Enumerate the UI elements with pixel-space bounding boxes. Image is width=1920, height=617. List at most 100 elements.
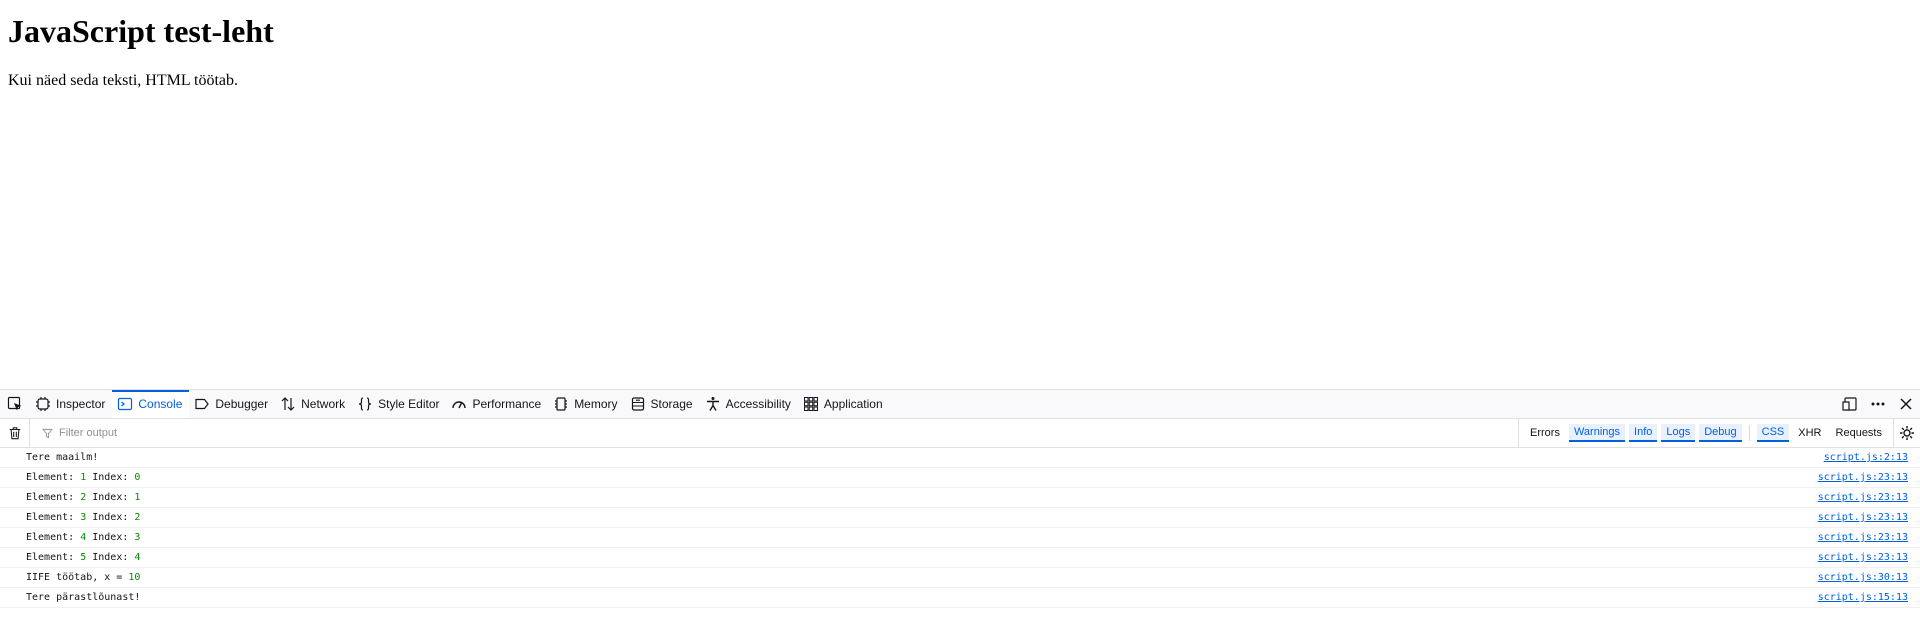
console-message: Element: 5 Index: 4 script.js:23:13 bbox=[0, 548, 1920, 568]
close-icon[interactable] bbox=[1898, 396, 1914, 412]
tab-label: Application bbox=[823, 397, 883, 411]
message-number: 1 bbox=[134, 492, 141, 503]
style-editor-icon bbox=[359, 397, 372, 411]
tab-accessibility[interactable]: Accessibility bbox=[700, 390, 798, 418]
more-options-icon[interactable] bbox=[1870, 396, 1886, 412]
application-icon bbox=[803, 397, 818, 411]
message-text: Element: 3 Index: 2 bbox=[26, 512, 140, 523]
filter-warnings-button[interactable]: Warnings bbox=[1568, 424, 1626, 442]
message-text: Element: 1 Index: 0 bbox=[26, 472, 140, 483]
message-string: Tere pärastlõunast! bbox=[26, 592, 141, 603]
message-string: Element: bbox=[26, 492, 81, 503]
filter-errors-button[interactable]: Errors bbox=[1525, 425, 1565, 441]
tab-storage[interactable]: Storage bbox=[625, 390, 700, 418]
network-icon bbox=[281, 397, 295, 411]
source-location-link[interactable]: script.js:23:13 bbox=[1818, 512, 1908, 523]
source-location-link[interactable]: script.js:23:13 bbox=[1818, 472, 1908, 483]
element-picker-button[interactable] bbox=[0, 390, 30, 418]
message-string: IIFE töötab, x = bbox=[26, 572, 129, 583]
filter-xhr-button[interactable]: XHR bbox=[1793, 425, 1826, 441]
filter-debug-button[interactable]: Debug bbox=[1699, 424, 1742, 442]
page-paragraph: Kui näed seda teksti, HTML töötab. bbox=[8, 72, 239, 89]
source-location-link[interactable]: script.js:23:13 bbox=[1818, 492, 1908, 503]
tab-inspector[interactable]: Inspector bbox=[30, 390, 112, 418]
log-level-filters: Errors Warnings Info Logs Debug CSS XHR … bbox=[1518, 419, 1887, 447]
source-location-link[interactable]: script.js:23:13 bbox=[1818, 532, 1908, 543]
storage-icon bbox=[631, 397, 644, 411]
gear-icon bbox=[1900, 426, 1914, 440]
console-messages: Tere maailm! script.js:2:13 Element: 1 Ind… bbox=[0, 448, 1920, 608]
tab-label: Memory bbox=[574, 397, 618, 411]
console-message: Element: 4 Index: 3 script.js:23:13 bbox=[0, 528, 1920, 548]
console-message: IIFE töötab, x = 10 script.js:30:13 bbox=[0, 568, 1920, 588]
page-viewport: JavaScript test-leht Kui näed seda tekst… bbox=[0, 0, 1920, 389]
tab-label: Style Editor bbox=[378, 397, 440, 411]
devtools-panel: Inspector Console Debugger Network Style… bbox=[0, 389, 1920, 617]
message-number: 10 bbox=[128, 572, 141, 583]
message-number: 3 bbox=[134, 532, 141, 543]
source-location-link[interactable]: script.js:30:13 bbox=[1818, 572, 1908, 583]
filter-info-button[interactable]: Info bbox=[1629, 424, 1658, 442]
filter-requests-button[interactable]: Requests bbox=[1831, 425, 1887, 441]
filter-css-button[interactable]: CSS bbox=[1756, 424, 1790, 442]
dock-toggle-icon[interactable] bbox=[1842, 396, 1858, 412]
message-number: 4 bbox=[134, 552, 141, 563]
tab-console[interactable]: Console bbox=[112, 390, 190, 418]
console-message: Element: 3 Index: 2 script.js:23:13 bbox=[0, 508, 1920, 528]
performance-icon bbox=[452, 401, 467, 409]
filter-output bbox=[30, 426, 1518, 440]
console-message: Tere maailm! script.js:2:13 bbox=[0, 448, 1920, 468]
tab-memory[interactable]: Memory bbox=[548, 390, 624, 418]
filter-logs-button[interactable]: Logs bbox=[1661, 424, 1696, 442]
message-string: Index: bbox=[86, 492, 135, 503]
tab-application[interactable]: Application bbox=[798, 390, 890, 418]
accessibility-icon bbox=[706, 397, 719, 411]
source-location-link[interactable]: script.js:2:13 bbox=[1824, 452, 1908, 463]
element-picker-icon bbox=[7, 396, 22, 411]
filter-input[interactable] bbox=[57, 426, 661, 440]
console-message: Element: 1 Index: 0 script.js:23:13 bbox=[0, 468, 1920, 488]
message-text: Element: 2 Index: 1 bbox=[26, 492, 140, 503]
message-string: Index: bbox=[86, 552, 135, 563]
tab-label: Network bbox=[301, 397, 346, 411]
message-text: Element: 5 Index: 4 bbox=[26, 552, 140, 563]
message-string: Index: bbox=[86, 532, 135, 543]
message-text: Element: 4 Index: 3 bbox=[26, 532, 140, 543]
message-text: Tere pärastlõunast! bbox=[26, 592, 140, 603]
message-string: Element: bbox=[26, 512, 81, 523]
message-string: Element: bbox=[26, 552, 81, 563]
message-text: IIFE töötab, x = 10 bbox=[26, 572, 140, 583]
inspector-icon bbox=[36, 397, 50, 411]
message-string: Element: bbox=[26, 472, 81, 483]
console-message: Tere pärastlõunast! script.js:15:13 bbox=[0, 588, 1920, 608]
tab-label: Storage bbox=[650, 397, 693, 411]
message-text: Tere maailm! bbox=[26, 452, 98, 463]
filter-icon bbox=[42, 428, 53, 438]
console-settings-button[interactable] bbox=[1893, 419, 1920, 447]
message-string: Tere maailm! bbox=[26, 452, 99, 463]
source-location-link[interactable]: script.js:23:13 bbox=[1818, 552, 1908, 563]
source-location-link[interactable]: script.js:15:13 bbox=[1818, 592, 1908, 603]
message-string: Index: bbox=[86, 512, 135, 523]
message-string: Index: bbox=[86, 472, 135, 483]
filter-separator bbox=[1748, 425, 1750, 441]
tab-label: Inspector bbox=[56, 397, 106, 411]
debugger-icon bbox=[195, 398, 210, 410]
devtools-tabbar: Inspector Console Debugger Network Style… bbox=[0, 390, 1920, 419]
tab-style-editor[interactable]: Style Editor bbox=[352, 390, 446, 418]
tab-debugger[interactable]: Debugger bbox=[189, 390, 275, 418]
message-string: Element: bbox=[26, 532, 81, 543]
clear-console-button[interactable] bbox=[0, 419, 30, 447]
tab-performance[interactable]: Performance bbox=[446, 390, 548, 418]
tab-label: Debugger bbox=[215, 397, 269, 411]
tab-label: Accessibility bbox=[725, 397, 791, 411]
devtools-window-controls bbox=[1842, 390, 1914, 418]
message-number: 2 bbox=[134, 512, 141, 523]
tab-label: Performance bbox=[472, 397, 542, 411]
tab-network[interactable]: Network bbox=[275, 390, 352, 418]
trash-icon bbox=[9, 427, 20, 440]
console-icon bbox=[118, 397, 133, 411]
memory-icon bbox=[555, 397, 568, 411]
console-toolbar: Errors Warnings Info Logs Debug CSS XHR … bbox=[0, 419, 1920, 448]
page-heading: JavaScript test-leht bbox=[8, 13, 274, 49]
